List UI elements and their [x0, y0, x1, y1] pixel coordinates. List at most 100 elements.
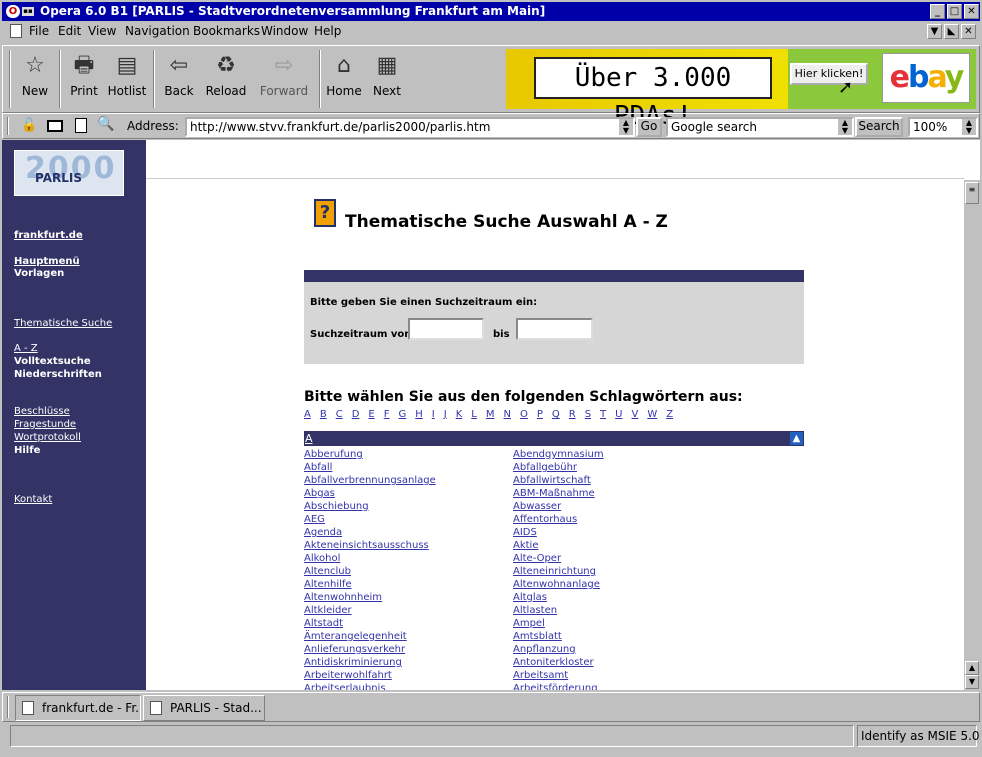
sidebar-link-kontakt[interactable]: Kontakt	[14, 494, 52, 505]
keyword-link[interactable]: Aktie	[513, 539, 604, 552]
home-button[interactable]: ⌂ Home	[325, 50, 363, 108]
back-button[interactable]: ⇦ Back	[159, 50, 199, 108]
new-button[interactable]: ☆ New	[17, 50, 53, 108]
letter-link-l[interactable]: L	[471, 409, 477, 420]
section-letter-link[interactable]: A	[305, 432, 313, 445]
keyword-link[interactable]: Arbeitserlaubnis	[304, 682, 436, 690]
keyword-link[interactable]: Antoniterkloster	[513, 656, 604, 669]
search-button[interactable]: Search	[855, 117, 903, 137]
ad-banner[interactable]: Über 3.000 PDAs! Hier klicken! ➚ ebay	[506, 49, 976, 131]
page-menu-icon[interactable]	[10, 24, 22, 38]
sidebar-link-vorlagen[interactable]: Vorlagen	[14, 268, 64, 279]
date-from-input[interactable]	[408, 318, 484, 340]
keyword-link[interactable]: Altglas	[513, 591, 604, 604]
keyword-link[interactable]: Alkohol	[304, 552, 436, 565]
keyword-link[interactable]: Alte-Oper	[513, 552, 604, 565]
letter-link-c[interactable]: C	[336, 409, 343, 420]
page-info-icon[interactable]	[75, 118, 87, 133]
vertical-scrollbar[interactable]: ≡ ▲ ▼	[964, 180, 980, 690]
letter-link-u[interactable]: U	[615, 409, 622, 420]
letter-link-d[interactable]: D	[352, 409, 360, 420]
letter-link-m[interactable]: M	[486, 409, 495, 420]
keyword-link[interactable]: Altkleider	[304, 604, 436, 617]
keyword-link[interactable]: Abfallgebühr	[513, 461, 604, 474]
keyword-link[interactable]: AIDS	[513, 526, 604, 539]
parlis-logo[interactable]: 2000 PARLIS	[14, 150, 124, 196]
next-button[interactable]: ▦ Next	[369, 50, 405, 108]
keyword-link[interactable]: Ampel	[513, 617, 604, 630]
minimize-button[interactable]: _	[930, 4, 945, 19]
letter-link-j[interactable]: J	[444, 409, 447, 420]
letter-link-r[interactable]: R	[569, 409, 576, 420]
keyword-link[interactable]: Altenhilfe	[304, 578, 436, 591]
keyword-link[interactable]: Amtsblatt	[513, 630, 604, 643]
search-engine-dropdown-icon[interactable]: ▲ ▼	[838, 119, 852, 135]
sidebar-link-thematische-suche[interactable]: Thematische Suche	[14, 318, 112, 329]
keyword-link[interactable]: Abgas	[304, 487, 436, 500]
menu-view[interactable]: View	[88, 24, 116, 38]
close-button[interactable]: ✕	[964, 4, 979, 19]
keyword-link[interactable]: Affentorhaus	[513, 513, 604, 526]
forward-button[interactable]: ⇨ Forward	[257, 50, 311, 108]
letter-link-k[interactable]: K	[456, 409, 463, 420]
tab-parlis[interactable]: PARLIS - Stad...	[143, 695, 265, 721]
scrollbar-thumb[interactable]: ≡	[965, 182, 979, 204]
zoom-select[interactable]: 100% ▲ ▼	[908, 117, 978, 137]
keyword-link[interactable]: Ämterangelegenheit	[304, 630, 436, 643]
menu-edit[interactable]: Edit	[58, 24, 81, 38]
keyword-link[interactable]: AEG	[304, 513, 436, 526]
keyword-link[interactable]: ABM-Maßnahme	[513, 487, 604, 500]
keyword-link[interactable]: Altenwohnheim	[304, 591, 436, 604]
keyword-link[interactable]: Abfallwirtschaft	[513, 474, 604, 487]
hotlist-button[interactable]: ▤ Hotlist	[107, 50, 147, 108]
identify-as-status[interactable]: Identify as MSIE 5.0	[857, 725, 980, 747]
sidebar-link-beschluesse[interactable]: Beschlüsse	[14, 406, 70, 417]
lock-icon[interactable]: 🔓	[21, 118, 37, 133]
scroll-up-button[interactable]: ▲	[965, 661, 979, 675]
letter-link-q[interactable]: Q	[552, 409, 560, 420]
menu-navigation[interactable]: Navigation	[125, 24, 190, 38]
letter-link-o[interactable]: O	[520, 409, 528, 420]
sidebar-link-wortprotokoll[interactable]: Wortprotokoll	[14, 432, 81, 443]
letter-link-p[interactable]: P	[537, 409, 543, 420]
keyword-link[interactable]: Abendgymnasium	[513, 448, 604, 461]
letter-link-g[interactable]: G	[399, 409, 407, 420]
keyword-link[interactable]: Agenda	[304, 526, 436, 539]
print-button[interactable]: 🖶 Print	[65, 50, 103, 108]
menu-window[interactable]: Window	[261, 24, 308, 38]
sidebar-link-frankfurt[interactable]: frankfurt.de	[14, 230, 83, 241]
keyword-link[interactable]: Altenclub	[304, 565, 436, 578]
sidebar-link-fragestunde[interactable]: Fragestunde	[14, 419, 76, 430]
maximize-button[interactable]: □	[947, 4, 962, 19]
back-to-top-icon[interactable]: ▲	[790, 432, 803, 445]
letter-link-s[interactable]: S	[585, 409, 591, 420]
keyword-link[interactable]: Akteneinsichtsausschuss	[304, 539, 436, 552]
keyword-link[interactable]: Abfall	[304, 461, 436, 474]
sidebar-link-a-z[interactable]: A - Z	[14, 343, 38, 354]
search-input[interactable]: Google search ▲ ▼	[666, 117, 854, 137]
mdi-dropdown-button[interactable]: ▼	[927, 24, 942, 39]
keyword-link[interactable]: Antidiskriminierung	[304, 656, 436, 669]
letter-link-t[interactable]: T	[600, 409, 606, 420]
sidebar-link-niederschriften[interactable]: Niederschriften	[14, 369, 102, 380]
address-dropdown-icon[interactable]: ▲ ▼	[619, 119, 633, 135]
letter-link-v[interactable]: V	[631, 409, 638, 420]
letter-link-e[interactable]: E	[368, 409, 374, 420]
keyword-link[interactable]: Anpflanzung	[513, 643, 604, 656]
window-menu-icon[interactable]: ▪▪	[22, 7, 34, 16]
keyword-link[interactable]: Arbeiterwohlfahrt	[304, 669, 436, 682]
address-input[interactable]: http://www.stvv.frankfurt.de/parlis2000/…	[185, 117, 635, 137]
mdi-close-button[interactable]: ✕	[961, 24, 976, 39]
letter-link-n[interactable]: N	[503, 409, 510, 420]
sidebar-link-hauptmenu[interactable]: Hauptmenü	[14, 256, 80, 267]
keyword-link[interactable]: Abberufung	[304, 448, 436, 461]
sidebar-link-hilfe[interactable]: Hilfe	[14, 445, 40, 456]
keyword-link[interactable]: Altstadt	[304, 617, 436, 630]
letter-link-b[interactable]: B	[320, 409, 327, 420]
letter-link-f[interactable]: F	[384, 409, 390, 420]
window-view-icon[interactable]	[47, 120, 63, 132]
mdi-restore-button[interactable]: ◣	[944, 24, 959, 39]
scroll-down-button[interactable]: ▼	[965, 675, 979, 689]
go-button[interactable]: Go	[636, 117, 662, 137]
menu-file[interactable]: File	[29, 24, 49, 38]
